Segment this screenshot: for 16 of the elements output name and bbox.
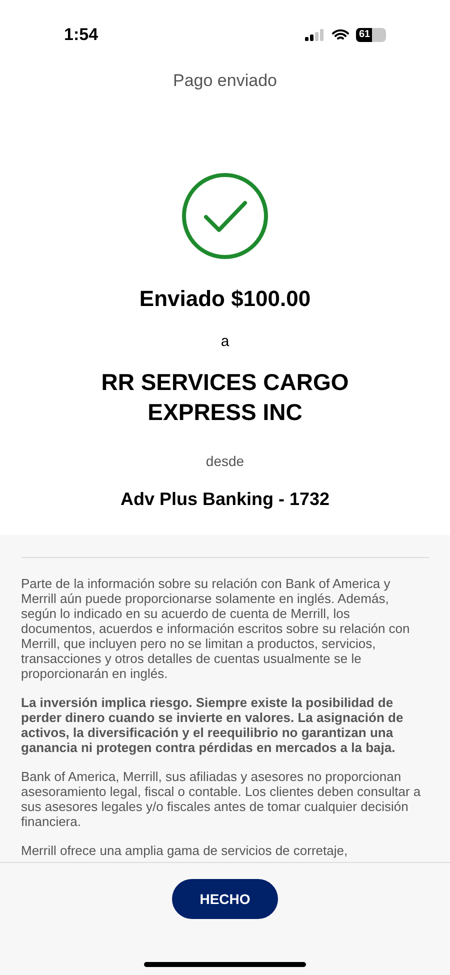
page-title: Pago enviado (173, 70, 277, 92)
to-label: a (220, 332, 230, 352)
signal-icon (305, 29, 325, 41)
account-name: Adv Plus Banking - 1732 (120, 488, 330, 511)
done-button[interactable]: HECHO (172, 879, 278, 919)
disclosure-paragraph: La inversión implica riesgo. Siempre existe la posibilidad de perder dinero cuando se invierte en valores. La asignación de activos, la diversificación y el reequilibrio no garantizan una ganancia ni protegen contra pérdidas en mercados a la baja. (21, 695, 404, 755)
disclosure-paragraph: Merrill ofrece una amplia gama de servicios de corretaje, (21, 843, 349, 858)
amount-sent: Enviado $100.00 (139, 284, 311, 312)
wifi-icon (332, 29, 349, 41)
battery-indicator: 61 (356, 28, 386, 42)
status-time: 1:54 (64, 24, 98, 46)
checkmark-circle-icon (181, 172, 269, 260)
disclosure-paragraph: Parte de la información sobre su relación con Bank of America y Merrill aún puede proporcionarse solamente en inglés. Además, según lo indicado en su acuerdo de cuenta de Merrill, los documentos, acuerdos e información escritos sobre su relación con Merrill, que incluyen pero no se limitan a productos, servicios, transacciones y otros detalles de cuentas usualmente se le proporcionarán en inglés. (21, 576, 411, 681)
recipient-name: RR SERVICES CARGO EXPRESS INC (100, 368, 350, 427)
from-label: desde (206, 452, 244, 471)
disclosure-paragraph: Bank of America, Merrill, sus afiliadas y asesores no proporcionan asesoramiento legal, fiscal o contable. Los clientes deben consultar a sus asesores legales y/o fiscales antes de tomar cualquier decisión financiera. (21, 769, 422, 829)
